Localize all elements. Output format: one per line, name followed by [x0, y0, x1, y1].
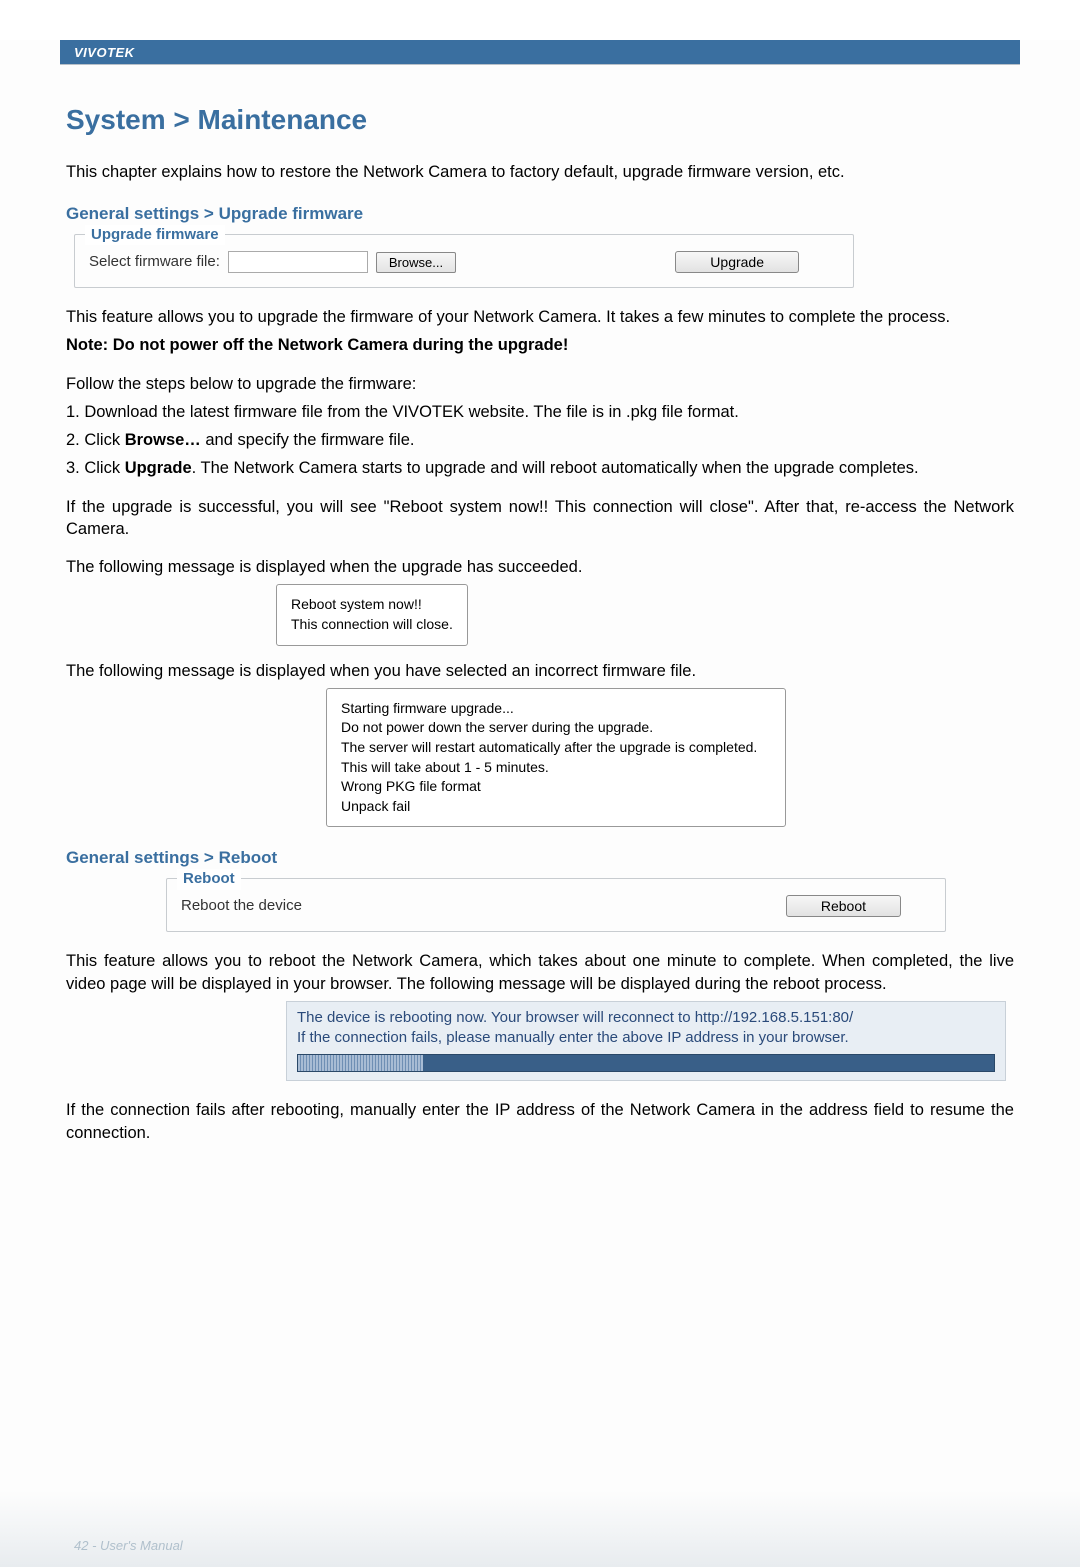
- firmware-file-label: Select firmware file:: [89, 252, 220, 272]
- succeeded-message-box-wrap: Reboot system now!! This connection will…: [276, 584, 1014, 645]
- page-footer: 42 - User's Manual: [74, 1538, 183, 1553]
- reboot-fieldset: Reboot Reboot the device Reboot: [166, 878, 946, 932]
- step-1: 1. Download the latest firmware file fro…: [66, 401, 1014, 423]
- reboot-section-heading: General settings > Reboot: [66, 847, 1014, 870]
- reboot-desc: This feature allows you to reboot the Ne…: [66, 950, 1014, 995]
- intro-paragraph: This chapter explains how to restore the…: [66, 161, 1014, 183]
- wrong-message-box-wrap: Starting firmware upgrade... Do not powe…: [326, 688, 826, 828]
- upgrade-row: Select firmware file: Browse... Upgrade: [89, 251, 839, 273]
- reboot-fail-text: If the connection fails after rebooting,…: [66, 1099, 1014, 1144]
- firmware-file-input[interactable]: [228, 251, 368, 273]
- msg-wrong-intro: The following message is displayed when …: [66, 660, 1014, 682]
- reboot-progress-bar: [297, 1054, 995, 1072]
- succeeded-message-box: Reboot system now!! This connection will…: [276, 584, 468, 645]
- reboot-progress-fill: [298, 1055, 423, 1071]
- browse-button[interactable]: Browse...: [376, 252, 456, 273]
- reboot-button[interactable]: Reboot: [786, 895, 901, 917]
- upgrade-legend: Upgrade firmware: [85, 225, 225, 245]
- reboot-msg-line2: If the connection fails, please manually…: [297, 1028, 995, 1048]
- upgrade-note: Note: Do not power off the Network Camer…: [66, 334, 1014, 356]
- upgrade-success-text: If the upgrade is successful, you will s…: [66, 496, 1014, 541]
- step-3: 3. Click Upgrade. The Network Camera sta…: [66, 457, 1014, 479]
- reboot-message-box: The device is rebooting now. Your browse…: [286, 1001, 1006, 1082]
- brand-logo: VIVOTEK: [74, 45, 135, 60]
- upgrade-desc: This feature allows you to upgrade the f…: [66, 306, 1014, 328]
- upgrade-firmware-fieldset: Upgrade firmware Select firmware file: B…: [74, 234, 854, 288]
- step-2: 2. Click Browse… and specify the firmwar…: [66, 429, 1014, 451]
- content-area: System > Maintenance This chapter explai…: [0, 101, 1080, 1144]
- msg-succeeded-intro: The following message is displayed when …: [66, 556, 1014, 578]
- header-divider: [60, 64, 1020, 65]
- reboot-msg-line1: The device is rebooting now. Your browse…: [297, 1008, 995, 1028]
- wrong-message-box: Starting firmware upgrade... Do not powe…: [326, 688, 786, 828]
- reboot-label: Reboot the device: [181, 896, 302, 916]
- header-bar: VIVOTEK: [60, 40, 1020, 64]
- steps-intro: Follow the steps below to upgrade the fi…: [66, 373, 1014, 395]
- reboot-legend: Reboot: [177, 869, 241, 889]
- upgrade-button[interactable]: Upgrade: [675, 251, 799, 273]
- page-title: System > Maintenance: [66, 101, 1014, 139]
- reboot-row: Reboot the device Reboot: [181, 895, 931, 917]
- page: VIVOTEK System > Maintenance This chapte…: [0, 40, 1080, 1567]
- upgrade-section-heading: General settings > Upgrade firmware: [66, 203, 1014, 226]
